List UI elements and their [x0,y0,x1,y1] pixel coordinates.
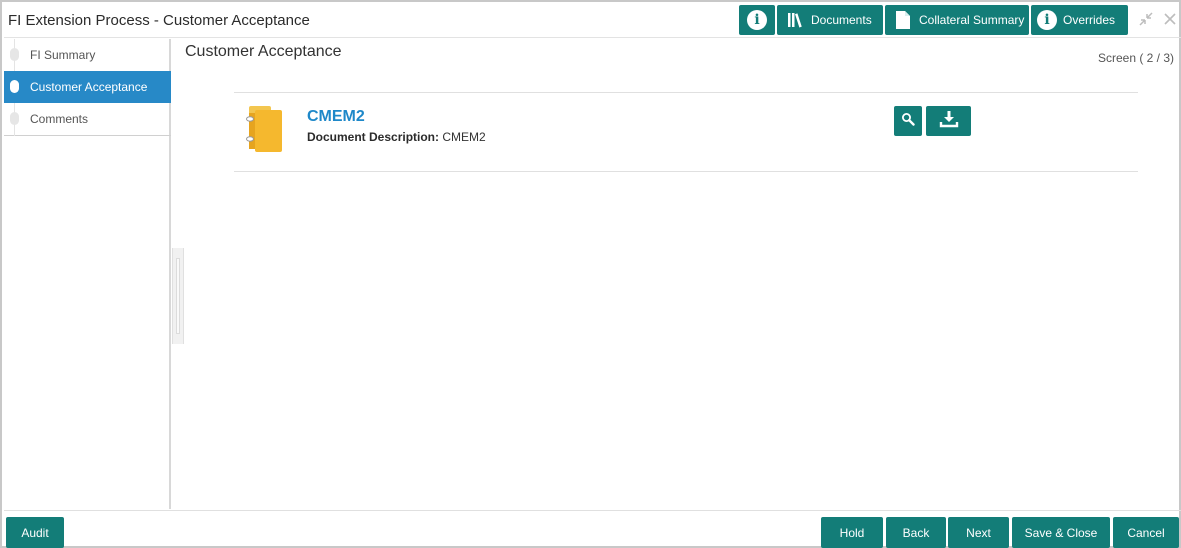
collateral-summary-label: Collateral Summary [919,13,1025,27]
minimize-icon[interactable] [1139,12,1153,29]
collateral-summary-button[interactable]: Collateral Summary [885,5,1029,35]
sidebar-item-label: Customer Acceptance [30,80,148,94]
save-close-button[interactable]: Save & Close [1012,517,1110,548]
header-bar: FI Extension Process - Customer Acceptan… [4,4,1181,38]
back-button[interactable]: Back [886,517,946,548]
download-document-button[interactable] [926,106,971,136]
sidebar-item-label: FI Summary [30,48,96,62]
document-description-label: Document Description: [307,130,440,144]
search-icon [901,112,915,131]
folder-document-icon [246,105,286,153]
document-name-link[interactable]: CMEM2 [307,108,365,126]
info-icon: i [747,10,767,30]
document-row: CMEM2 Document Description: CMEM2 [234,92,1138,172]
info-icon: i [1037,10,1057,30]
overrides-button[interactable]: i Overrides [1031,5,1128,35]
info-button[interactable]: i [739,5,775,35]
overrides-label: Overrides [1063,13,1116,27]
library-icon [787,12,805,28]
panel-resize-handle[interactable] [172,248,184,344]
sidebar: FI Summary Customer Acceptance Comments [4,39,171,509]
footer-bar: Audit Hold Back Next Save & Close Cancel [4,510,1181,548]
audit-button[interactable]: Audit [6,517,64,548]
next-button[interactable]: Next [948,517,1009,548]
document-icon [895,10,911,30]
sidebar-item-comments[interactable]: Comments [4,103,171,135]
step-marker [10,112,19,125]
window-title: FI Extension Process - Customer Acceptan… [8,12,310,29]
sidebar-item-fi-summary[interactable]: FI Summary [4,39,171,71]
document-description: Document Description: CMEM2 [307,130,486,144]
view-document-button[interactable] [894,106,922,136]
step-marker [10,48,19,61]
documents-label: Documents [811,13,872,27]
page-title: Customer Acceptance [185,43,342,60]
download-icon [939,110,959,133]
document-description-value: CMEM2 [442,130,486,144]
step-marker [10,80,19,93]
resize-grip [176,258,180,334]
sidebar-item-customer-acceptance[interactable]: Customer Acceptance [4,71,171,103]
cancel-button[interactable]: Cancel [1113,517,1179,548]
documents-button[interactable]: Documents [777,5,883,35]
close-icon[interactable] [1164,12,1176,28]
sidebar-item-label: Comments [30,112,89,126]
app-window: FI Extension Process - Customer Acceptan… [0,0,1181,548]
hold-button[interactable]: Hold [821,517,883,548]
screen-indicator: Screen ( 2 / 3) [1097,51,1174,65]
sidebar-nav: FI Summary Customer Acceptance Comments [4,39,171,136]
